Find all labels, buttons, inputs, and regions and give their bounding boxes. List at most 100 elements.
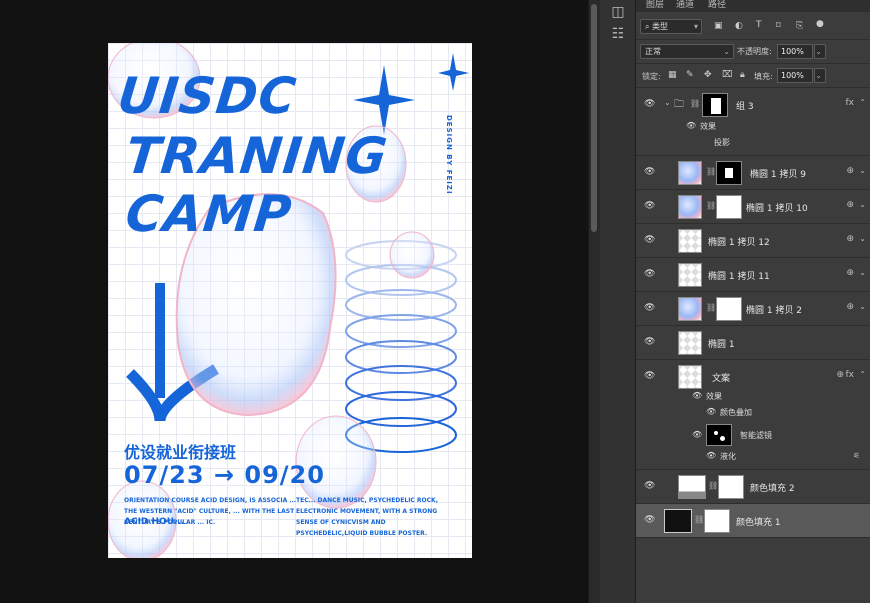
fill-thumb (678, 475, 706, 499)
drop-shadow-effect[interactable]: 投影 (714, 137, 730, 148)
layer-mask-thumb[interactable] (716, 161, 742, 185)
layer-text[interactable]: 👁︎ 文案 ⊕ fx ⌃ 👁︎ 效果 👁︎ 颜色叠加 👁︎ 智能滤镜 👁︎ 液化… (636, 360, 870, 470)
layer-ellipse-1[interactable]: 👁︎ 椭圆 1 (636, 326, 870, 360)
tab-layers[interactable]: 图层 (646, 0, 664, 10)
fx-badge[interactable]: fx (846, 370, 855, 380)
link-icon: ⛓︎ (706, 303, 717, 312)
smart-filter-mask-thumb[interactable] (706, 424, 732, 446)
layer-name: 颜色填充 1 (736, 518, 781, 528)
eye-icon[interactable]: 👁︎ (692, 430, 702, 439)
fill-label: 填充: (754, 72, 773, 81)
chevron-down-icon[interactable]: ⌄ (859, 166, 866, 175)
fill-dropdown[interactable]: ⌄ (814, 68, 826, 83)
blend-mode-select[interactable]: 正常 ⌄ (640, 44, 734, 59)
chevron-down-icon[interactable]: ⌄ (664, 98, 671, 107)
chevron-down-icon[interactable]: ⌄ (859, 234, 866, 243)
fx-badge[interactable]: fx (846, 98, 855, 108)
eye-icon[interactable]: 👁︎ (692, 391, 702, 400)
filter-options-icon[interactable]: ⚟ (853, 451, 860, 460)
layer-mask-thumb[interactable] (704, 509, 730, 533)
layer-mask-thumb[interactable] (716, 297, 742, 321)
scrollbar-thumb[interactable] (591, 4, 597, 232)
blend-mode-value: 正常 (645, 47, 661, 56)
panel-tabs: 图层 通道 路径 (636, 0, 870, 12)
layer-ellipse-copy-2[interactable]: 👁︎ ⛓︎ 椭圆 1 拷贝 2 ⊕ ⌄ (636, 292, 870, 326)
filter-smart-object-icon[interactable]: ⎘ (796, 21, 803, 31)
filter-type-icon[interactable]: T (756, 20, 762, 30)
eye-icon[interactable]: 👁︎ (644, 235, 655, 245)
blend-row: 正常 ⌄ 不透明度: 100% ⌄ (636, 40, 870, 64)
layer-mask-thumb[interactable] (718, 475, 744, 499)
lock-row: 锁定: ▦ ✎ ✥ ⌧ 🔒︎ 填充: 100% ⌄ (636, 64, 870, 88)
poster-title-line1: UISDC (114, 67, 300, 125)
poster-title-line2: TRANING (122, 127, 391, 185)
group-mask-thumb[interactable] (702, 93, 728, 117)
layer-name: 文案 (712, 374, 731, 384)
layer-ellipse-copy-10[interactable]: 👁︎ ⛓︎ 椭圆 1 拷贝 10 ⊕ ⌄ (636, 190, 870, 224)
layer-mask-thumb[interactable] (716, 195, 742, 219)
smart-object-badge-icon: ⊕ (846, 302, 854, 312)
eye-icon[interactable]: 👁︎ (644, 99, 655, 109)
chevron-down-icon: ⌄ (723, 47, 730, 56)
layer-thumb (678, 229, 702, 253)
opacity-label: 不透明度: (737, 47, 772, 56)
opacity-dropdown[interactable]: ⌄ (814, 44, 826, 59)
layer-name: 椭圆 1 拷贝 11 (708, 272, 770, 282)
chevron-up-icon[interactable]: ⌃ (859, 370, 866, 379)
filter-shape-icon[interactable]: ⌑ (776, 21, 781, 31)
chevron-up-icon[interactable]: ⌃ (859, 98, 866, 107)
opacity-input[interactable]: 100% (777, 44, 813, 59)
layer-name: 椭圆 1 (708, 340, 735, 350)
adjustments-icon[interactable]: ☷ (608, 24, 628, 44)
chevron-down-icon[interactable]: ⌄ (859, 200, 866, 209)
poster-date: 07/23 → 09/20 (124, 461, 325, 489)
fill-input[interactable]: 100% (777, 68, 813, 83)
lock-artboard-icon[interactable]: ⌧ (722, 70, 732, 80)
layer-thumb (678, 263, 702, 287)
lock-transparency-icon[interactable]: ▦ (668, 70, 677, 80)
tab-paths[interactable]: 路径 (708, 0, 726, 10)
lock-position-icon[interactable]: ✥ (704, 70, 712, 80)
mask-dot (720, 436, 725, 441)
eye-icon[interactable]: 👁︎ (644, 337, 655, 347)
chevron-down-icon[interactable]: ⌄ (859, 268, 866, 277)
layer-name: 椭圆 1 拷贝 10 (746, 204, 808, 214)
poster-document[interactable]: UISDC TRANING CAMP DESIGN BY FEIZI 优设就业衔… (108, 43, 472, 558)
eye-icon[interactable]: 👁︎ (706, 407, 716, 416)
lock-pixels-icon[interactable]: ✎ (686, 70, 694, 80)
layer-filter-select[interactable]: ⌕ 类型 ▾ (640, 19, 702, 34)
chevron-down-icon[interactable]: ⌄ (859, 302, 866, 311)
layer-name: 椭圆 1 拷贝 2 (746, 306, 803, 316)
filter-toggle-icon[interactable]: ● (816, 19, 824, 29)
eye-icon[interactable]: 👁︎ (706, 451, 716, 460)
color-overlay-effect[interactable]: 颜色叠加 (720, 407, 752, 418)
eye-icon[interactable]: 👁︎ (644, 167, 655, 177)
eye-icon[interactable]: 👁︎ (644, 371, 655, 381)
eye-icon[interactable]: 👁︎ (644, 481, 655, 491)
smart-object-badge-icon: ⊕ (836, 370, 844, 380)
filter-adjustment-icon[interactable]: ◐ (735, 21, 743, 31)
filter-pixel-icon[interactable]: ▣ (714, 21, 723, 31)
tab-channels[interactable]: 通道 (676, 0, 694, 10)
layers-panel-icon[interactable]: ◫ (608, 2, 628, 22)
layer-color-fill-1[interactable]: 👁︎ ⛓︎ 颜色填充 1 (636, 504, 870, 538)
eye-icon[interactable]: 👁︎ (644, 303, 655, 313)
search-icon: ⌕ (645, 22, 653, 31)
eye-icon[interactable]: 👁︎ (644, 201, 655, 211)
eye-icon[interactable]: 👁︎ (686, 121, 696, 130)
lock-all-icon[interactable]: 🔒︎ (740, 70, 745, 80)
layer-color-fill-2[interactable]: 👁︎ ⛓︎ 颜色填充 2 (636, 470, 870, 504)
photoshop-window: UISDC TRANING CAMP DESIGN BY FEIZI 优设就业衔… (0, 0, 870, 603)
layer-ellipse-copy-11[interactable]: 👁︎ 椭圆 1 拷贝 11 ⊕ ⌄ (636, 258, 870, 292)
eye-icon[interactable]: 👁︎ (644, 269, 655, 279)
layer-ellipse-copy-12[interactable]: 👁︎ 椭圆 1 拷贝 12 ⊕ ⌄ (636, 224, 870, 258)
layer-name: 颜色填充 2 (750, 484, 795, 494)
eye-icon[interactable]: 👁︎ (644, 515, 655, 525)
layer-ellipse-copy-9[interactable]: 👁︎ ⛓︎ 椭圆 1 拷贝 9 ⊕ ⌄ (636, 156, 870, 190)
liquify-filter[interactable]: 液化 (720, 451, 736, 462)
poster-side-credit: DESIGN BY FEIZI (445, 115, 453, 195)
layer-group-3[interactable]: 👁︎ ⌄ 🗀︎ ⛓︎ 组 3 fx ⌃ 👁︎ 效果 投影 (636, 88, 870, 156)
smart-filters-label: 智能滤镜 (740, 431, 772, 440)
effects-label: 效果 (700, 122, 716, 131)
canvas-area[interactable]: UISDC TRANING CAMP DESIGN BY FEIZI 优设就业衔… (0, 0, 588, 603)
